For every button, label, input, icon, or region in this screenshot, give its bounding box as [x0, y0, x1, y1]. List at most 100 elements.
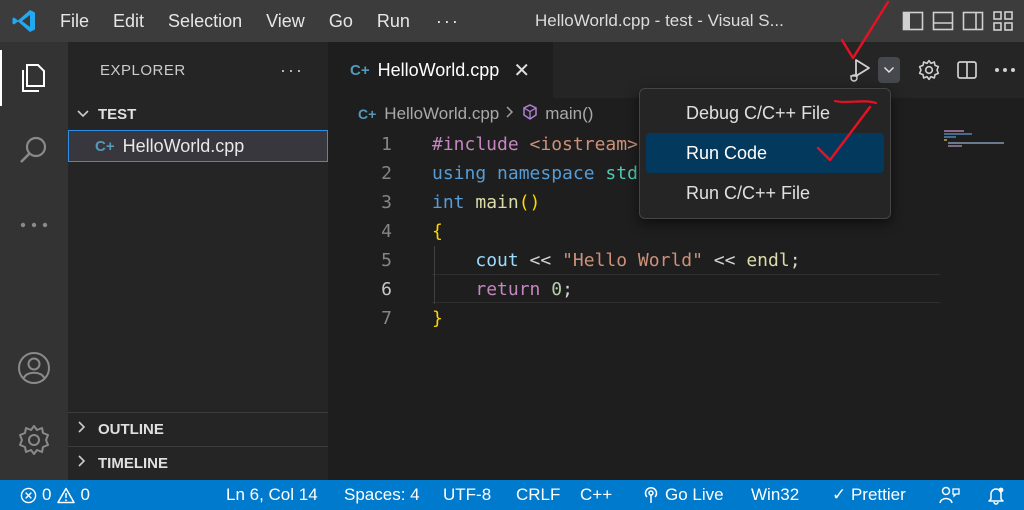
split-editor-button[interactable] — [948, 42, 986, 98]
menu-more-button[interactable]: ··· — [422, 11, 474, 32]
file-name: HelloWorld.cpp — [122, 135, 245, 156]
minimap-line — [944, 139, 947, 141]
timeline-section-header[interactable]: TIMELINE — [68, 446, 328, 479]
toggle-secondary-sidebar-icon[interactable] — [960, 8, 986, 34]
warning-icon — [57, 487, 76, 503]
code-line[interactable]: 6 return 0; — [328, 275, 940, 304]
menu-item-run-code[interactable]: Run Code — [646, 133, 884, 173]
code-text: } — [432, 308, 443, 329]
minimap-line — [944, 133, 972, 135]
menu-go[interactable]: Go — [317, 0, 365, 42]
line-number: 4 — [381, 221, 392, 242]
window-title: HelloWorld.cpp - test - Visual S... — [535, 11, 784, 30]
menu-edit[interactable]: Edit — [101, 0, 156, 42]
activity-bar — [0, 42, 68, 480]
code-text: #include <iostream> — [432, 134, 638, 155]
explorer-header: EXPLORER ··· — [68, 42, 328, 98]
layout-controls — [900, 0, 1024, 42]
file-item-helloworld[interactable]: C+ HelloWorld.cpp — [68, 130, 328, 162]
minimap-line — [948, 142, 1004, 144]
encoding-status[interactable]: UTF-8 — [443, 480, 491, 510]
code-text: int main() — [432, 192, 541, 213]
chevron-right-icon — [76, 420, 98, 438]
explorer-more-button[interactable]: ··· — [280, 60, 304, 81]
split-editor-icon — [957, 61, 977, 79]
go-live-status[interactable]: Go Live — [642, 480, 724, 510]
menu-bar: File Edit Selection View Go Run ··· — [48, 0, 474, 42]
folder-name: TEST — [98, 105, 137, 123]
line-number: 1 — [381, 134, 392, 155]
tab-close-icon[interactable]: ✕ — [513, 58, 530, 83]
language-status[interactable]: C++ — [580, 480, 612, 510]
prettier-status[interactable]: ✓ Prettier — [832, 480, 906, 510]
editor-more-button[interactable] — [986, 42, 1024, 98]
run-dropdown-button[interactable] — [878, 57, 900, 83]
manage-gear-icon[interactable] — [0, 412, 68, 468]
run-dropdown-menu: Debug C/C++ File Run Code Run C/C++ File — [639, 88, 891, 219]
notifications-bell-icon[interactable] — [986, 480, 1011, 510]
menu-item-debug-cpp-file[interactable]: Debug C/C++ File — [646, 93, 884, 133]
toggle-primary-sidebar-icon[interactable] — [900, 8, 926, 34]
outline-section-header[interactable]: OUTLINE — [68, 412, 328, 445]
accounts-icon[interactable] — [0, 340, 68, 396]
cpp-file-icon: C+ — [95, 137, 115, 155]
chevron-down-icon — [883, 66, 895, 74]
menu-file[interactable]: File — [48, 0, 101, 42]
line-number: 5 — [381, 250, 392, 271]
menu-item-run-cpp-file[interactable]: Run C/C++ File — [646, 173, 884, 213]
timeline-label: TIMELINE — [98, 454, 168, 472]
cpp-file-icon: C+ — [350, 61, 370, 79]
code-text: return 0; — [475, 279, 573, 300]
run-debug-play-icon — [850, 59, 870, 82]
gear-icon — [918, 59, 940, 81]
broadcast-icon — [644, 486, 658, 503]
error-count: 0 — [42, 485, 52, 504]
toggle-panel-icon[interactable] — [930, 8, 956, 34]
tab-label: HelloWorld.cpp — [377, 59, 500, 80]
warning-count: 0 — [80, 485, 90, 504]
outline-label: OUTLINE — [98, 420, 164, 438]
platform-status[interactable]: Win32 — [751, 480, 799, 510]
more-views-icon[interactable] — [0, 197, 68, 253]
customize-layout-icon[interactable] — [990, 8, 1016, 34]
minimap-line — [948, 145, 962, 147]
minimap-line — [944, 136, 956, 138]
line-number: 7 — [381, 308, 392, 329]
vscode-logo-icon — [0, 0, 48, 42]
folder-test-header[interactable]: TEST — [68, 98, 328, 130]
cube-symbol-icon — [521, 103, 539, 126]
line-number: 3 — [381, 192, 392, 213]
breadcrumb-separator-icon — [505, 104, 515, 124]
explorer-title: EXPLORER — [100, 61, 186, 79]
problems-status[interactable]: 0 0 — [20, 480, 90, 510]
settings-button[interactable] — [910, 42, 948, 98]
code-line[interactable]: 4{ — [328, 217, 940, 246]
code-line[interactable]: 7} — [328, 304, 940, 333]
menu-selection[interactable]: Selection — [156, 0, 254, 42]
more-actions-icon — [995, 68, 1015, 72]
code-text: cout << "Hello World" << endl; — [475, 250, 801, 271]
breadcrumb-file[interactable]: HelloWorld.cpp — [384, 104, 499, 124]
breadcrumb-symbol[interactable]: main() — [545, 104, 593, 124]
code-text: { — [432, 221, 443, 242]
cursor-position[interactable]: Ln 6, Col 14 — [226, 480, 318, 510]
go-live-label: Go Live — [665, 485, 724, 504]
line-number: 6 — [381, 279, 392, 300]
indentation-status[interactable]: Spaces: 4 — [344, 480, 420, 510]
search-icon[interactable] — [0, 122, 68, 178]
cpp-file-icon: C+ — [358, 106, 377, 122]
explorer-sidebar: EXPLORER ··· TEST C+ HelloWorld.cpp OUTL… — [68, 42, 328, 480]
explorer-files-icon[interactable] — [0, 50, 68, 106]
menu-view[interactable]: View — [254, 0, 317, 42]
feedback-icon[interactable] — [938, 480, 965, 510]
eol-status[interactable]: CRLF — [516, 480, 560, 510]
minimap-line — [944, 130, 964, 132]
code-line[interactable]: 5 cout << "Hello World" << endl; — [328, 246, 940, 275]
chevron-down-icon — [76, 106, 98, 122]
error-icon — [20, 487, 37, 503]
minimap[interactable] — [940, 130, 1024, 480]
menu-run[interactable]: Run — [365, 0, 422, 42]
chevron-right-icon — [76, 454, 98, 472]
tab-helloworld[interactable]: C+ HelloWorld.cpp ✕ — [328, 42, 553, 98]
code-text: using namespace std; — [432, 163, 649, 184]
